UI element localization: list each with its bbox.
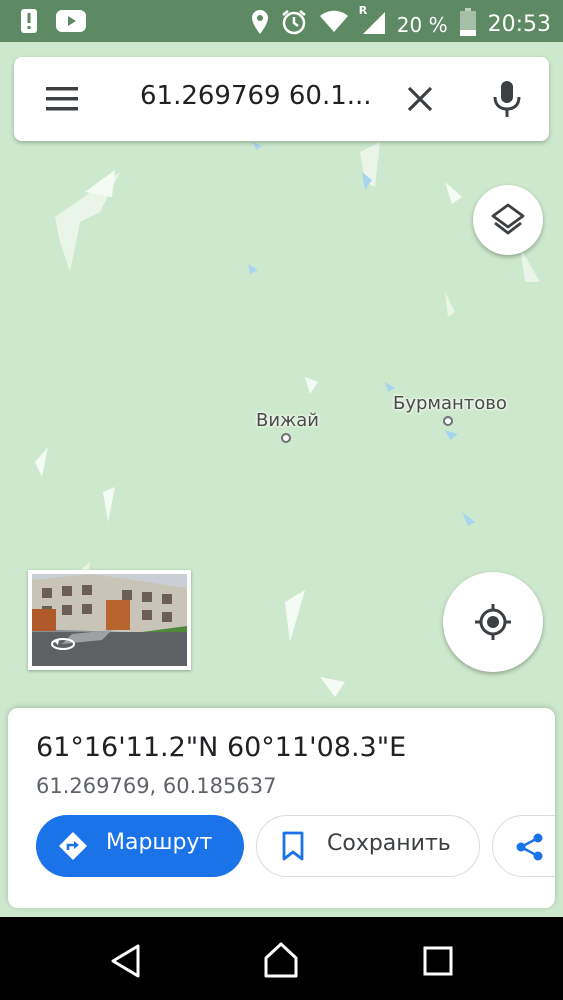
my-location-button[interactable]: [443, 572, 543, 672]
clock: 20:53: [487, 12, 551, 37]
place-label-vizhay[interactable]: Вижай: [256, 410, 319, 431]
route-button[interactable]: Маршрут: [36, 815, 244, 877]
save-button[interactable]: Сохранить: [256, 815, 480, 877]
place-label-burmantovo[interactable]: Бурмантово: [393, 393, 507, 414]
menu-icon[interactable]: [42, 83, 82, 115]
clear-icon[interactable]: [402, 81, 438, 117]
alert-icon: [20, 8, 38, 38]
recents-icon[interactable]: [422, 945, 454, 981]
roaming-badge: R: [358, 4, 368, 17]
place-sheet[interactable]: 61°16'11.2"N 60°11'08.3"E 61.269769, 60.…: [8, 708, 555, 908]
system-nav-bar: [0, 917, 563, 1000]
alarm-icon: [281, 9, 307, 40]
layers-icon: [491, 202, 525, 242]
home-icon[interactable]: [263, 941, 299, 983]
directions-icon: [58, 831, 88, 865]
back-icon[interactable]: [110, 943, 142, 983]
share-icon: [515, 832, 545, 866]
place-marker-burmantovo[interactable]: [443, 416, 453, 426]
route-label: Маршрут: [106, 830, 213, 855]
place-marker-vizhay[interactable]: [281, 433, 291, 443]
rotate-360-icon: [50, 636, 76, 655]
location-icon: [251, 9, 269, 40]
save-label: Сохранить: [327, 831, 451, 856]
wifi-icon: [319, 10, 349, 39]
crosshair-icon: [473, 602, 513, 646]
search-bar[interactable]: 61.269769 60.1...: [14, 57, 549, 141]
bookmark-icon: [281, 831, 305, 865]
signal-icon: R: [359, 4, 385, 39]
youtube-icon: [56, 10, 86, 36]
coordinates-title: 61°16'11.2"N 60°11'08.3"E: [36, 732, 407, 763]
microphone-icon[interactable]: [492, 79, 522, 119]
coordinates-decimal: 61.269769, 60.185637: [36, 774, 277, 798]
battery-percent: 20 %: [396, 12, 448, 37]
search-input[interactable]: 61.269769 60.1...: [140, 81, 372, 111]
layers-button[interactable]: [473, 185, 543, 255]
share-button[interactable]: [492, 815, 555, 877]
street-view-thumbnail[interactable]: [28, 570, 191, 670]
battery-icon: [459, 8, 476, 41]
status-bar: R 20 % 20:53: [0, 0, 563, 42]
